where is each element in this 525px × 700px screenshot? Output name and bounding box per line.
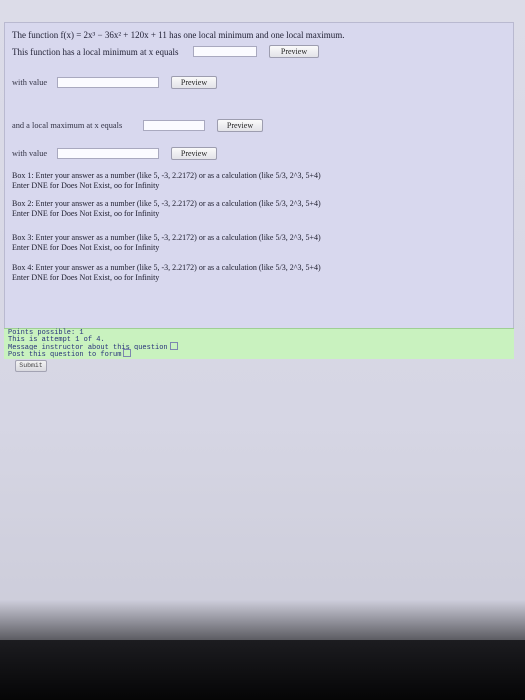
external-link-icon (169, 342, 178, 350)
preview-button-2[interactable]: Preview (171, 76, 217, 89)
local-maximum-value-input[interactable] (57, 148, 159, 159)
question-info-panel: Points possible: 1 This is attempt 1 of … (4, 328, 514, 352)
with-value-label-2: with value (12, 149, 48, 158)
preview-button-1[interactable]: Preview (269, 45, 319, 58)
hint-box-3-dne: Enter DNE for Does Not Exist, oo for Inf… (12, 243, 160, 252)
forum-link-row: Post this question to forum (8, 349, 132, 359)
screen-shadow (0, 600, 525, 640)
with-value-label-1: with value (12, 78, 48, 87)
local-minimum-x-input[interactable] (193, 46, 257, 57)
hint-box-1: Box 1: Enter your answer as a number (li… (12, 171, 321, 180)
preview-button-3[interactable]: Preview (217, 119, 263, 132)
function-statement: The function f(x) = 2x³ − 36x² + 120x + … (12, 30, 345, 40)
local-minimum-value-input[interactable] (57, 77, 159, 88)
external-link-icon (123, 349, 132, 357)
forum-row: Post this question to forum (4, 349, 514, 359)
hint-box-2: Box 2: Enter your answer as a number (li… (12, 199, 321, 208)
post-to-forum-link[interactable]: Post this question to forum (8, 351, 121, 359)
screen: The function f(x) = 2x³ − 36x² + 120x + … (0, 0, 525, 700)
hint-box-1-dne: Enter DNE for Does Not Exist, oo for Inf… (12, 181, 160, 190)
hint-box-4-dne: Enter DNE for Does Not Exist, oo for Inf… (12, 273, 160, 282)
monitor-bezel (0, 640, 525, 700)
preview-button-4[interactable]: Preview (171, 147, 217, 160)
local-maximum-prompt: and a local maximum at x equals (12, 121, 123, 130)
question-panel: The function f(x) = 2x³ − 36x² + 120x + … (4, 22, 514, 345)
hint-box-2-dne: Enter DNE for Does Not Exist, oo for Inf… (12, 209, 160, 218)
submit-button[interactable]: Submit (15, 360, 47, 372)
local-maximum-x-input[interactable] (143, 120, 205, 131)
hint-box-4: Box 4: Enter your answer as a number (li… (12, 263, 321, 272)
local-minimum-prompt: This function has a local minimum at x e… (12, 47, 179, 57)
hint-box-3: Box 3: Enter your answer as a number (li… (12, 233, 321, 242)
